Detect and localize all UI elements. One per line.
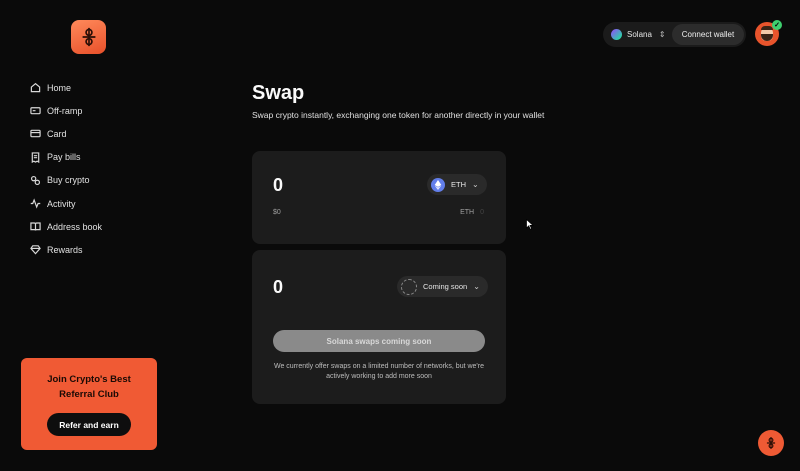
balance-value: 0 bbox=[480, 209, 484, 216]
home-icon bbox=[30, 82, 41, 93]
chain-selector[interactable]: Solana ⇕ bbox=[603, 22, 671, 47]
mouse-cursor-icon bbox=[526, 219, 534, 230]
referral-promo: Join Crypto's Best Referral Club Refer a… bbox=[21, 358, 157, 450]
sidebar-item-address-book[interactable]: Address book bbox=[30, 215, 102, 238]
avatar-beard bbox=[761, 34, 773, 41]
bill-icon bbox=[30, 151, 41, 163]
help-chat-button[interactable] bbox=[758, 430, 784, 456]
to-token-selector[interactable]: Coming soon ⌄ bbox=[397, 276, 488, 297]
connect-wallet-button[interactable]: Connect wallet bbox=[672, 24, 744, 45]
swap-button[interactable]: Solana swaps coming soon bbox=[273, 330, 485, 352]
off-ramp-icon bbox=[30, 105, 41, 116]
activity-icon bbox=[30, 198, 41, 209]
promo-title: Join Crypto's Best Referral Club bbox=[47, 374, 131, 400]
sidebar-item-label: Activity bbox=[47, 198, 76, 209]
from-amount-input[interactable]: 0 bbox=[273, 175, 283, 196]
sidebar-item-buy-crypto[interactable]: Buy crypto bbox=[30, 169, 102, 192]
logo-icon bbox=[766, 437, 776, 449]
book-icon bbox=[30, 221, 41, 232]
buy-crypto-icon bbox=[30, 175, 41, 186]
refer-and-earn-button[interactable]: Refer and earn bbox=[47, 413, 131, 436]
to-amount: 0 bbox=[273, 277, 284, 297]
sidebar-item-activity[interactable]: Activity bbox=[30, 192, 102, 215]
placeholder-token-icon bbox=[401, 278, 417, 295]
sidebar-item-rewards[interactable]: Rewards bbox=[30, 238, 102, 261]
page-title: Swap bbox=[252, 82, 305, 104]
sidebar-item-off-ramp[interactable]: Off-ramp bbox=[30, 99, 102, 122]
sidebar-item-label: Pay bills bbox=[47, 152, 81, 163]
logo-icon bbox=[82, 27, 95, 47]
sidebar-item-label: Home bbox=[47, 82, 72, 93]
from-token-selector[interactable]: ETH ⌄ bbox=[427, 174, 487, 195]
swap-from-card: 0 ETH ⌄ $0 ETH 0 bbox=[252, 151, 506, 244]
app-logo[interactable] bbox=[71, 20, 106, 54]
sidebar-item-label: Rewards bbox=[47, 244, 83, 255]
balance-token: ETH bbox=[460, 209, 475, 216]
card-icon bbox=[30, 128, 41, 139]
networks-note: We currently offer swaps on a limited nu… bbox=[273, 363, 484, 380]
chevron-down-icon: ⌄ bbox=[472, 180, 479, 189]
sidebar-item-home[interactable]: Home bbox=[30, 76, 102, 99]
from-usd-value: $0 bbox=[273, 209, 281, 216]
sidebar-nav: Home Off-ramp Card Pay bills Buy crypto … bbox=[30, 76, 102, 262]
sidebar-item-label: Buy crypto bbox=[47, 175, 90, 186]
sidebar-item-label: Address book bbox=[47, 221, 103, 232]
diamond-icon bbox=[30, 244, 41, 255]
from-balance: ETH 0 bbox=[460, 209, 484, 216]
chevron-up-down-icon: ⇕ bbox=[658, 30, 666, 39]
verified-check-icon: ✓ bbox=[772, 20, 782, 30]
sidebar-item-pay-bills[interactable]: Pay bills bbox=[30, 146, 102, 169]
wallet-bar: Solana ⇕ Connect wallet bbox=[603, 22, 746, 47]
avatar-hair bbox=[761, 26, 773, 30]
sidebar-item-label: Off-ramp bbox=[47, 105, 83, 116]
eth-icon bbox=[431, 177, 445, 192]
swap-to-card: 0 Coming soon ⌄ Solana swaps coming soon… bbox=[252, 250, 506, 404]
chevron-down-icon: ⌄ bbox=[473, 282, 480, 291]
sidebar-item-label: Card bbox=[47, 128, 67, 139]
chain-label: Solana bbox=[627, 30, 652, 39]
to-token-label: Coming soon bbox=[423, 282, 468, 291]
from-token-label: ETH bbox=[451, 180, 466, 189]
sidebar-item-card[interactable]: Card bbox=[30, 122, 102, 145]
solana-icon bbox=[611, 29, 622, 40]
avatar[interactable]: ✓ bbox=[755, 20, 782, 46]
page-subtitle: Swap crypto instantly, exchanging one to… bbox=[252, 110, 545, 120]
